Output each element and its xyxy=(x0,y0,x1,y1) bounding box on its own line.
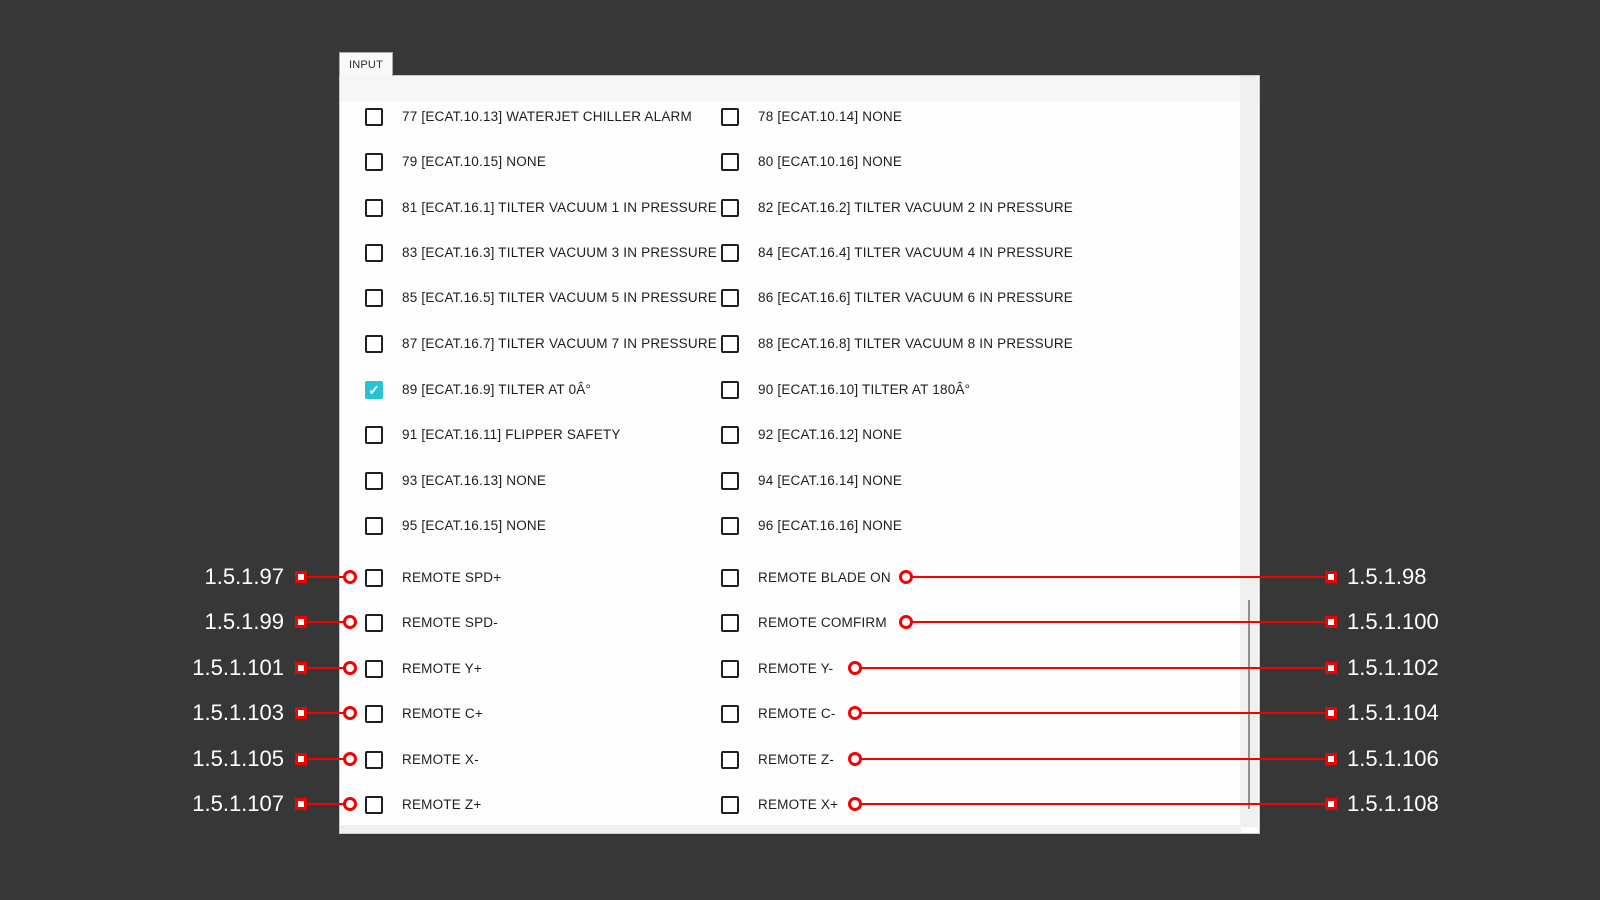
checkbox-label: REMOTE Z+ xyxy=(402,797,481,812)
tab-input-label: INPUT xyxy=(349,59,383,71)
checkbox-label: REMOTE Z- xyxy=(758,752,834,767)
annotation-label: 1.5.1.102 xyxy=(1347,654,1439,682)
annotation-label: 1.5.1.107 xyxy=(144,790,284,818)
checkbox-remote-z[interactable] xyxy=(365,796,383,814)
annotation-square-marker xyxy=(1325,662,1337,674)
checkbox-remote-y[interactable] xyxy=(365,660,383,678)
annotation-label: 1.5.1.99 xyxy=(144,608,284,636)
checkbox-label: 89 [ECAT.16.9] TILTER AT 0Â° xyxy=(402,382,591,397)
checkbox-remote-spd[interactable] xyxy=(365,614,383,632)
checkbox-label: 94 [ECAT.16.14] NONE xyxy=(758,473,902,488)
checkbox-93-ecat-16-13-none[interactable] xyxy=(365,472,383,490)
checkbox-88-ecat-16-8-tilter-vacuum-8-in-pressure[interactable] xyxy=(721,335,739,353)
checkbox-label: 93 [ECAT.16.13] NONE xyxy=(402,473,546,488)
checkbox-remote-c[interactable] xyxy=(365,705,383,723)
checkbox-90-ecat-16-10-tilter-at-180[interactable] xyxy=(721,381,739,399)
checkbox-86-ecat-16-6-tilter-vacuum-6-in-pressure[interactable] xyxy=(721,289,739,307)
annotation-square-marker xyxy=(1325,571,1337,583)
input-panel: 77 [ECAT.10.13] WATERJET CHILLER ALARM 78… xyxy=(339,75,1260,834)
checkbox-label: 87 [ECAT.16.7] TILTER VACUUM 7 IN PRESSU… xyxy=(402,336,717,351)
checkbox-label: 95 [ECAT.16.15] NONE xyxy=(402,518,546,533)
annotation-label: 1.5.1.108 xyxy=(1347,790,1439,818)
checkbox-label: 80 [ECAT.10.16] NONE xyxy=(758,154,902,169)
annotation-label: 1.5.1.103 xyxy=(144,699,284,727)
panel-top-strip xyxy=(340,76,1259,102)
checkbox-78-ecat-10-14-none[interactable] xyxy=(721,108,739,126)
vertical-scrollbar-thumb[interactable] xyxy=(1248,600,1250,809)
checkbox-label: REMOTE C+ xyxy=(402,706,483,721)
checkbox-label: 96 [ECAT.16.16] NONE xyxy=(758,518,902,533)
annotation-square-marker xyxy=(295,571,307,583)
checkbox-92-ecat-16-12-none[interactable] xyxy=(721,426,739,444)
checkbox-remote-y[interactable] xyxy=(721,660,739,678)
vertical-scrollbar-track[interactable] xyxy=(1240,76,1258,827)
annotation-square-marker xyxy=(295,707,307,719)
checkbox-87-ecat-16-7-tilter-vacuum-7-in-pressure[interactable] xyxy=(365,335,383,353)
checkbox-79-ecat-10-15-none[interactable] xyxy=(365,153,383,171)
annotation-label: 1.5.1.104 xyxy=(1347,699,1439,727)
checkbox-label: 85 [ECAT.16.5] TILTER VACUUM 5 IN PRESSU… xyxy=(402,290,717,305)
checkbox-label: REMOTE X+ xyxy=(758,797,838,812)
checkbox-label: 82 [ECAT.16.2] TILTER VACUUM 2 IN PRESSU… xyxy=(758,200,1073,215)
checkbox-label: 77 [ECAT.10.13] WATERJET CHILLER ALARM xyxy=(402,109,692,124)
tab-input[interactable]: INPUT xyxy=(339,52,393,76)
checkbox-remote-spd[interactable] xyxy=(365,569,383,587)
checkbox-label: REMOTE C- xyxy=(758,706,836,721)
checkbox-89-ecat-16-9-tilter-at-0[interactable]: ✓ xyxy=(365,381,383,399)
checkbox-83-ecat-16-3-tilter-vacuum-3-in-pressure[interactable] xyxy=(365,244,383,262)
checkbox-label: 78 [ECAT.10.14] NONE xyxy=(758,109,902,124)
checkbox-remote-blade-on[interactable] xyxy=(721,569,739,587)
checkbox-label: REMOTE COMFIRM xyxy=(758,615,887,630)
annotation-label: 1.5.1.101 xyxy=(144,654,284,682)
annotation-label: 1.5.1.98 xyxy=(1347,563,1427,591)
annotation-label: 1.5.1.105 xyxy=(144,745,284,773)
checkbox-remote-x[interactable] xyxy=(365,751,383,769)
checkbox-85-ecat-16-5-tilter-vacuum-5-in-pressure[interactable] xyxy=(365,289,383,307)
checkbox-96-ecat-16-16-none[interactable] xyxy=(721,517,739,535)
annotation-square-marker xyxy=(295,662,307,674)
checkbox-label: 91 [ECAT.16.11] FLIPPER SAFETY xyxy=(402,427,621,442)
checkbox-84-ecat-16-4-tilter-vacuum-4-in-pressure[interactable] xyxy=(721,244,739,262)
checkbox-remote-c[interactable] xyxy=(721,705,739,723)
screen-background: INPUT 77 [ECAT.10.13] WATERJET CHILLER A… xyxy=(0,0,1600,900)
checkbox-label: REMOTE X- xyxy=(402,752,479,767)
annotation-label: 1.5.1.100 xyxy=(1347,608,1439,636)
annotation-square-marker xyxy=(1325,616,1337,628)
checkbox-label: REMOTE SPD- xyxy=(402,615,498,630)
checkbox-label: REMOTE SPD+ xyxy=(402,570,501,585)
annotation-label: 1.5.1.97 xyxy=(144,563,284,591)
checkbox-label: 81 [ECAT.16.1] TILTER VACUUM 1 IN PRESSU… xyxy=(402,200,717,215)
annotation-square-marker xyxy=(295,753,307,765)
checkbox-label: 84 [ECAT.16.4] TILTER VACUUM 4 IN PRESSU… xyxy=(758,245,1073,260)
checkbox-label: REMOTE Y+ xyxy=(402,661,482,676)
annotation-label: 1.5.1.106 xyxy=(1347,745,1439,773)
checkbox-label: 83 [ECAT.16.3] TILTER VACUUM 3 IN PRESSU… xyxy=(402,245,717,260)
checkbox-remote-x[interactable] xyxy=(721,796,739,814)
checkbox-label: REMOTE BLADE ON xyxy=(758,570,891,585)
checkbox-label: 88 [ECAT.16.8] TILTER VACUUM 8 IN PRESSU… xyxy=(758,336,1073,351)
checkbox-label: 90 [ECAT.16.10] TILTER AT 180Â° xyxy=(758,382,970,397)
checkbox-94-ecat-16-14-none[interactable] xyxy=(721,472,739,490)
checkbox-95-ecat-16-15-none[interactable] xyxy=(365,517,383,535)
checkbox-label: 92 [ECAT.16.12] NONE xyxy=(758,427,902,442)
checkbox-label: 79 [ECAT.10.15] NONE xyxy=(402,154,546,169)
checkbox-remote-z[interactable] xyxy=(721,751,739,769)
checkbox-label: REMOTE Y- xyxy=(758,661,833,676)
annotation-square-marker xyxy=(1325,707,1337,719)
checkbox-label: 86 [ECAT.16.6] TILTER VACUUM 6 IN PRESSU… xyxy=(758,290,1073,305)
annotation-square-marker xyxy=(1325,753,1337,765)
checkbox-80-ecat-10-16-none[interactable] xyxy=(721,153,739,171)
annotation-square-marker xyxy=(1325,798,1337,810)
horizontal-scrollbar-track[interactable] xyxy=(340,825,1241,833)
annotation-square-marker xyxy=(295,798,307,810)
checkbox-77-ecat-10-13-waterjet-chiller-alarm[interactable] xyxy=(365,108,383,126)
checkbox-remote-comfirm[interactable] xyxy=(721,614,739,632)
annotation-square-marker xyxy=(295,616,307,628)
checkbox-81-ecat-16-1-tilter-vacuum-1-in-pressure[interactable] xyxy=(365,199,383,217)
checkbox-82-ecat-16-2-tilter-vacuum-2-in-pressure[interactable] xyxy=(721,199,739,217)
check-icon: ✓ xyxy=(368,383,380,397)
checkbox-91-ecat-16-11-flipper-safety[interactable] xyxy=(365,426,383,444)
